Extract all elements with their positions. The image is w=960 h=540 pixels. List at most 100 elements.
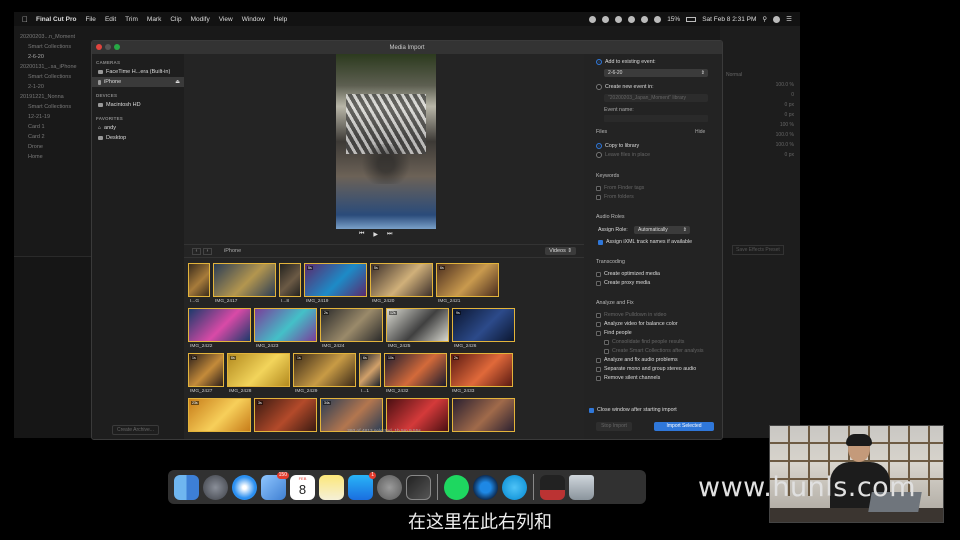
battery-icon[interactable] (686, 16, 697, 22)
menu-window[interactable]: Window (242, 16, 265, 23)
notification-center-icon[interactable]: ☰ (786, 15, 792, 23)
downloads-stack-icon[interactable] (540, 474, 565, 500)
new-event-library-select[interactable]: "20200203_Japan_Moment" library (604, 94, 708, 102)
save-effects-preset-button[interactable]: Save Effects Preset (732, 245, 784, 255)
clip-thumbnail[interactable]: 23s (188, 398, 251, 432)
calendar-icon[interactable]: FEB 8 (290, 474, 315, 500)
clip-thumbnail[interactable]: 2s (450, 353, 513, 387)
wifi-icon[interactable] (641, 15, 649, 23)
clip-thumbnail[interactable]: 5s (304, 263, 367, 297)
close-window-icon[interactable] (96, 44, 102, 50)
close-window-checkbox[interactable]: Close window after starting import (589, 407, 677, 413)
event-name-field[interactable] (604, 115, 708, 122)
from-folders-checkbox[interactable]: From folders (596, 194, 634, 200)
library-row[interactable]: Smart Collections (14, 102, 92, 112)
sidebar-item-facetime[interactable]: FaceTime H...era (Built-in) (92, 67, 184, 77)
clip-thumbnail[interactable] (188, 308, 251, 342)
create-proxy-checkbox[interactable]: Create proxy media (596, 280, 650, 286)
hide-button[interactable]: Hide (695, 129, 705, 135)
stop-import-button[interactable]: Stop Import (596, 422, 632, 431)
clip-thumbnail[interactable]: 9s (452, 308, 515, 342)
clip-thumbnail[interactable] (452, 398, 515, 432)
library-row[interactable]: Smart Collections (14, 42, 92, 52)
menu-file[interactable]: File (85, 16, 95, 23)
clip-thumbnail[interactable]: 6s (359, 353, 381, 387)
sidebar-item-iphone[interactable]: iPhone ⏏ (92, 77, 184, 87)
clock[interactable]: Sat Feb 8 2:31 PM (702, 16, 756, 23)
analyze-audio-checkbox[interactable]: Analyze and fix audio problems (596, 357, 678, 363)
sidebar-item-andy[interactable]: ⌂ andy (92, 123, 184, 133)
clip-thumbnail[interactable] (188, 263, 210, 297)
create-optimized-checkbox[interactable]: Create optimized media (596, 271, 660, 277)
previous-frame-icon[interactable]: ⏮ (359, 231, 364, 238)
copy-to-library-radio[interactable]: Copy to library (596, 143, 639, 149)
clip-preview[interactable] (336, 54, 436, 229)
library-row[interactable]: 2-6-20 (14, 52, 92, 62)
menu-app-name[interactable]: Final Cut Pro (36, 16, 76, 23)
sidebar-item-desktop[interactable]: Desktop (92, 133, 184, 143)
clip-thumbnail[interactable] (386, 398, 449, 432)
library-row[interactable]: 12-21-19 (14, 112, 92, 122)
menu-help[interactable]: Help (274, 16, 287, 23)
sync-icon[interactable] (615, 15, 623, 23)
menu-modify[interactable]: Modify (191, 16, 210, 23)
library-row[interactable]: Drone (14, 142, 92, 152)
spotlight-icon[interactable]: ⚲ (762, 15, 767, 23)
clip-thumbnail[interactable]: 1s (188, 353, 224, 387)
clip-thumbnail[interactable] (254, 308, 317, 342)
finder-icon[interactable] (174, 474, 199, 500)
clip-thumbnail[interactable]: 2s (320, 308, 383, 342)
menu-trim[interactable]: Trim (125, 16, 138, 23)
trash-icon[interactable] (569, 474, 594, 500)
apple-menu-icon[interactable]:  (22, 15, 28, 24)
library-row[interactable]: Home (14, 152, 92, 162)
clip-thumbnail[interactable]: 5s (370, 263, 433, 297)
existing-event-select[interactable]: 2-6-20 ⇕ (604, 69, 708, 77)
library-row[interactable]: 20200131_..sa_iPhone (14, 62, 92, 72)
assign-role-select[interactable]: Automatically ⇕ (634, 226, 690, 234)
app-icon[interactable] (473, 474, 498, 500)
clip-thumbnail[interactable]: 1s (293, 353, 356, 387)
library-row[interactable]: 20191221_Nonna (14, 92, 92, 102)
consolidate-people-checkbox[interactable]: Consolidate find people results (604, 339, 684, 345)
dropbox-icon[interactable] (602, 15, 610, 23)
forward-icon[interactable]: › (203, 247, 212, 255)
library-row[interactable]: Card 2 (14, 132, 92, 142)
from-finder-tags-checkbox[interactable]: From Finder tags (596, 185, 644, 191)
bluetooth-icon[interactable] (628, 15, 636, 23)
minimize-window-icon[interactable] (105, 44, 111, 50)
spotify-icon[interactable] (444, 474, 469, 500)
clip-thumbnail[interactable] (213, 263, 276, 297)
import-selected-button[interactable]: Import Selected (654, 422, 714, 431)
notes-icon[interactable] (319, 474, 344, 500)
record-icon[interactable] (589, 15, 597, 23)
assign-ixml-checkbox[interactable]: Assign iXML track names if available (598, 239, 692, 245)
menu-edit[interactable]: Edit (105, 16, 116, 23)
leave-files-radio[interactable]: Leave files in place (596, 152, 650, 158)
create-archive-button[interactable]: Create Archive... (112, 425, 159, 435)
sidebar-item-macintosh-hd[interactable]: Macintosh HD (92, 100, 184, 110)
menu-view[interactable]: View (219, 16, 233, 23)
analyze-color-checkbox[interactable]: Analyze video for balance color (596, 321, 678, 327)
final-cut-pro-icon[interactable] (406, 474, 431, 500)
play-icon[interactable]: ▶ (373, 231, 378, 238)
remove-pulldown-checkbox[interactable]: Remove Pulldown in video (596, 312, 666, 318)
library-row[interactable]: Smart Collections (14, 72, 92, 82)
media-type-select[interactable]: Videos ⇕ (545, 247, 576, 255)
zoom-window-icon[interactable] (114, 44, 120, 50)
clip-thumbnail[interactable]: 10s (384, 353, 447, 387)
clip-thumbnail[interactable] (279, 263, 301, 297)
next-frame-icon[interactable]: ⏭ (387, 231, 392, 238)
library-row[interactable]: 2-1-20 (14, 82, 92, 92)
user-icon[interactable] (773, 15, 781, 23)
clip-thumbnail[interactable]: 34s (320, 398, 383, 432)
create-smart-collections-checkbox[interactable]: Create Smart Collections after analysis (604, 348, 704, 354)
library-row[interactable]: 20200203...n_Moment (14, 32, 92, 42)
app-icon[interactable] (502, 474, 527, 500)
menu-clip[interactable]: Clip (170, 16, 181, 23)
clip-thumbnail[interactable]: 6s (436, 263, 499, 297)
eject-icon[interactable]: ⏏ (175, 77, 180, 87)
clip-thumbnail[interactable]: 6s (227, 353, 290, 387)
back-icon[interactable]: ‹ (192, 247, 201, 255)
launchpad-icon[interactable] (203, 474, 228, 500)
